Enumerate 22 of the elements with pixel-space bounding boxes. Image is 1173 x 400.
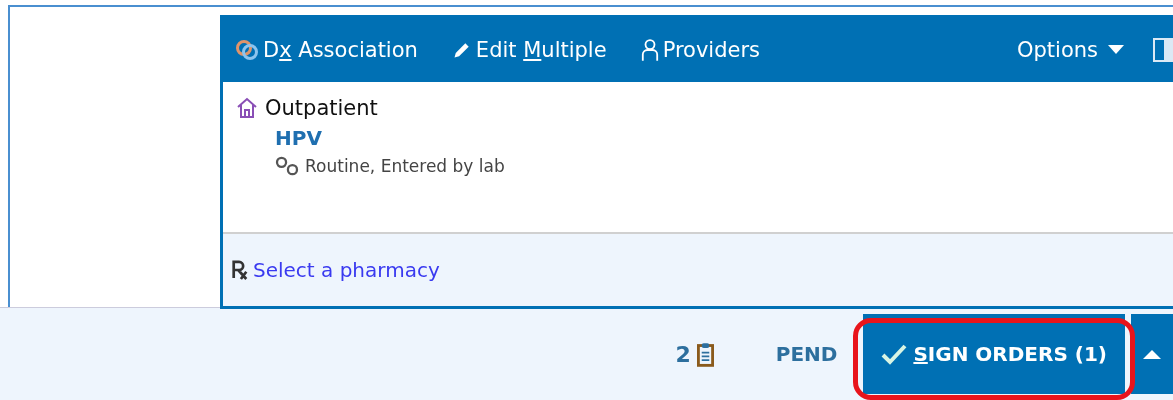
house-icon [235,96,259,120]
person-icon [640,38,659,62]
pend-button[interactable]: PEND [769,341,844,367]
pharmacy-link[interactable]: Select a pharmacy [253,258,440,282]
toolbar-button[interactable]: Dx Association [229,38,418,62]
circles-icon [275,156,299,176]
checkmark-icon [881,343,908,365]
toolbar-button[interactable]: Edit Multiple [445,38,607,62]
panel-toggle-icon[interactable] [1152,37,1173,63]
clipboard-count-button[interactable]: 2 [669,340,720,368]
order-details: Routine, Entered by lab [305,156,505,176]
expand-button[interactable] [1131,314,1173,394]
clipboard-icon [696,341,714,367]
order-link[interactable]: HPV [275,126,1168,150]
caret-up-icon [1143,349,1161,359]
linked-rings-icon [235,38,259,62]
caret-icon [1108,45,1124,55]
toolbar-button[interactable]: Providers [634,38,761,62]
order-setting: Outpatient [265,96,378,120]
sign-orders-button[interactable]: SIGN ORDERS (1) [863,314,1125,394]
prescription-icon [231,260,249,280]
options-dropdown[interactable]: Options [1016,38,1124,62]
